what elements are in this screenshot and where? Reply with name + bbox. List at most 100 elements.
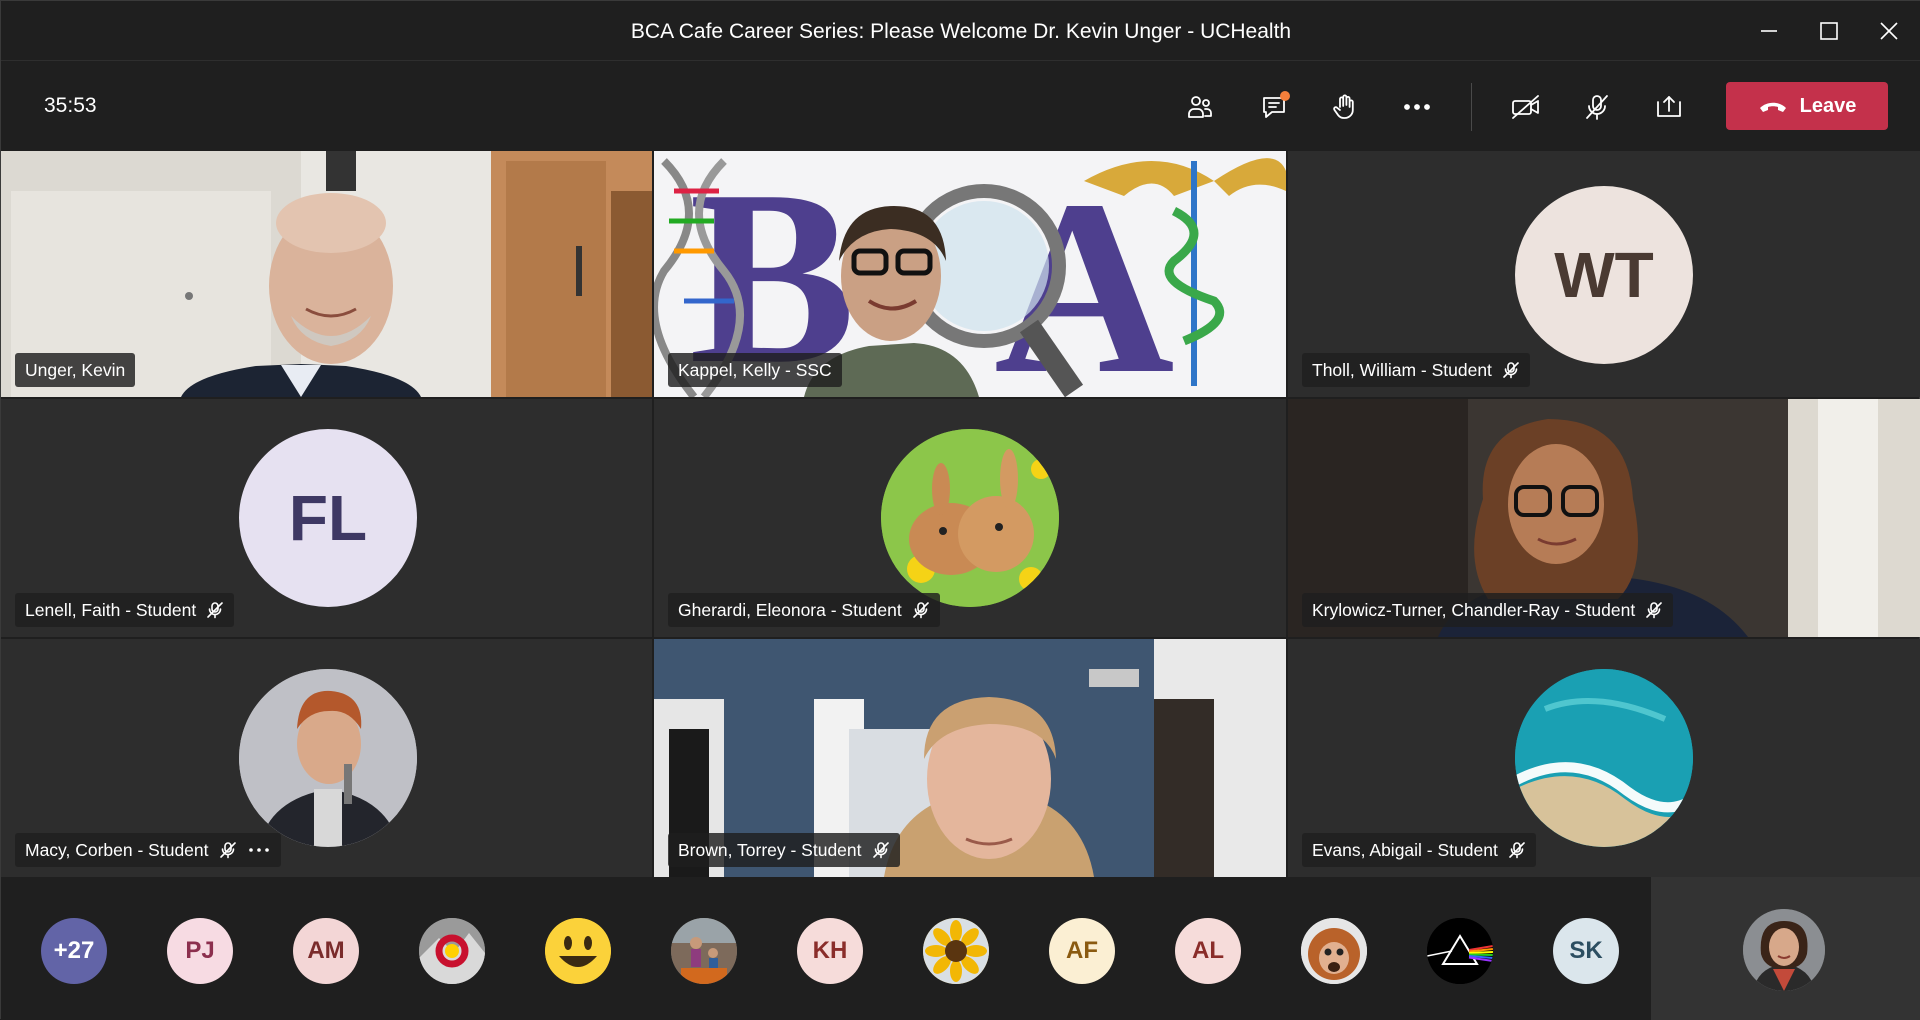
roster-avatar[interactable] <box>671 918 737 984</box>
avatar-tile[interactable]: Evans, Abigail - Student <box>1288 639 1920 877</box>
hang-up-icon <box>1759 102 1786 112</box>
overflow-count: +27 <box>53 937 95 964</box>
participant-name-tag: Lenell, Faith - Student <box>15 593 235 627</box>
camera-off-icon <box>1512 95 1539 119</box>
video-tile[interactable]: Krylowicz-Turner, Chandler-Ray - Student <box>1288 399 1920 637</box>
participant-name-tag: Kappel, Kelly - SSC <box>668 353 842 387</box>
participant-name: Lenell, Faith - Student <box>25 599 197 620</box>
avatar-tile[interactable]: FL Lenell, Faith - Student <box>1 399 652 637</box>
participant-initials: WT <box>1554 239 1654 311</box>
sunflower-icon <box>923 918 989 984</box>
more-options-icon[interactable] <box>247 841 271 859</box>
close-window-button[interactable] <box>1861 11 1917 51</box>
participant-name: Brown, Torrey - Student <box>678 839 862 860</box>
participant-avatar <box>1515 669 1693 847</box>
share-screen-icon <box>1657 96 1681 117</box>
participant-avatar: WT <box>1515 186 1693 364</box>
participant-name-tag: Tholl, William - Student <box>1302 353 1530 387</box>
smiley-icon <box>545 918 611 984</box>
participant-avatar <box>239 669 417 847</box>
participant-name: Macy, Corben - Student <box>25 839 209 860</box>
roster-avatar[interactable]: SK <box>1553 918 1619 984</box>
roster-initials: SK <box>1569 937 1603 964</box>
roster-avatar[interactable] <box>1427 918 1493 984</box>
leave-label: Leave <box>1799 94 1857 117</box>
orangutan-icon <box>1301 918 1367 984</box>
roster-avatar[interactable] <box>1301 918 1367 984</box>
roster-avatar[interactable]: AF <box>1049 918 1115 984</box>
raise-hand-button[interactable] <box>1319 83 1371 131</box>
participant-name: Evans, Abigail - Student <box>1312 839 1498 860</box>
camera-toggle-button[interactable] <box>1500 83 1552 131</box>
participant-name: Tholl, William - Student <box>1312 359 1492 380</box>
avatar-tile[interactable]: Gherardi, Eleonora - Student <box>654 399 1286 637</box>
self-view-panel[interactable] <box>1651 877 1920 1020</box>
share-screen-button[interactable] <box>1643 83 1695 131</box>
maximize-icon <box>1820 22 1838 40</box>
avatar-tile[interactable]: Macy, Corben - Student <box>1 639 652 877</box>
mic-off-icon <box>1646 602 1663 619</box>
family-photo-icon <box>671 918 737 984</box>
roster-avatar[interactable] <box>419 918 485 984</box>
more-participants-button[interactable]: +27 <box>41 918 107 984</box>
mic-off-icon <box>207 602 224 619</box>
participant-name: Kappel, Kelly - SSC <box>678 359 832 380</box>
roster-avatar[interactable] <box>545 918 611 984</box>
prism-icon <box>1427 918 1493 984</box>
video-tile[interactable]: B A Kappel, Kelly - SSC <box>654 151 1286 397</box>
participant-name: Gherardi, Eleonora - Student <box>678 599 902 620</box>
participant-name-tag: Macy, Corben - Student <box>15 833 281 867</box>
colorado-flag-icon <box>419 918 485 984</box>
participant-name: Unger, Kevin <box>25 359 126 380</box>
roster-avatar[interactable] <box>923 918 989 984</box>
roster-avatar[interactable]: AL <box>1175 918 1241 984</box>
meeting-toolbar: 35:53 Leave <box>1 61 1920 151</box>
roster-initials: AL <box>1192 937 1224 964</box>
leave-meeting-button[interactable]: Leave <box>1726 82 1888 130</box>
toolbar-divider <box>1471 83 1472 131</box>
video-tile[interactable]: Brown, Torrey - Student <box>654 639 1286 877</box>
show-chat-button[interactable] <box>1248 83 1300 131</box>
participant-initials: FL <box>288 482 368 554</box>
participant-name-tag: Krylowicz-Turner, Chandler-Ray - Student <box>1302 593 1674 627</box>
roster-initials: PJ <box>185 937 215 964</box>
window-title: BCA Cafe Career Series: Please Welcome D… <box>630 20 1292 43</box>
participant-name-tag: Gherardi, Eleonora - Student <box>668 593 940 627</box>
minimize-button[interactable] <box>1741 11 1797 51</box>
mic-toggle-button[interactable] <box>1571 83 1623 131</box>
roster-avatar[interactable]: PJ <box>167 918 233 984</box>
participant-avatar: FL <box>239 429 417 607</box>
maximize-button[interactable] <box>1801 11 1857 51</box>
participant-name-tag: Brown, Torrey - Student <box>668 833 900 867</box>
teams-meeting-window: BCA Cafe Career Series: Please Welcome D… <box>0 0 1920 1020</box>
show-participants-button[interactable] <box>1174 83 1226 131</box>
roster-initials: AF <box>1066 937 1098 964</box>
participant-name: Krylowicz-Turner, Chandler-Ray - Student <box>1312 599 1636 620</box>
mic-off-icon <box>872 842 889 859</box>
singer-photo-icon <box>239 669 417 847</box>
mic-off-icon <box>219 842 236 859</box>
video-grid: Unger, Kevin B A Kappel, Kelly - SSC WT … <box>1 151 1920 877</box>
more-actions-button[interactable] <box>1391 83 1443 131</box>
roster-avatar[interactable]: AM <box>293 918 359 984</box>
participant-roster: +27 PJ AM KH AF AL SK <box>1 877 1651 1020</box>
self-photo-icon <box>1743 909 1825 991</box>
mic-off-icon <box>1586 95 1608 120</box>
participant-name-tag: Unger, Kevin <box>15 353 136 387</box>
participants-icon <box>1188 96 1212 118</box>
video-tile[interactable]: Unger, Kevin <box>1 151 652 397</box>
roster-avatar[interactable]: KH <box>797 918 863 984</box>
mic-off-icon <box>1503 362 1519 379</box>
participant-name-tag: Evans, Abigail - Student <box>1302 833 1536 867</box>
chat-notification-dot <box>1280 91 1290 101</box>
roster-initials: KH <box>812 937 848 964</box>
meeting-timer: 35:53 <box>44 94 97 117</box>
roster-initials: AM <box>307 937 345 964</box>
avatar-tile[interactable]: WT Tholl, William - Student <box>1288 151 1920 397</box>
mic-off-icon <box>912 602 929 619</box>
mic-off-icon <box>1509 842 1525 859</box>
more-options-icon <box>1404 104 1430 110</box>
ocean-photo-icon <box>1515 669 1693 847</box>
close-icon <box>1880 22 1898 40</box>
minimize-icon <box>1761 30 1777 32</box>
